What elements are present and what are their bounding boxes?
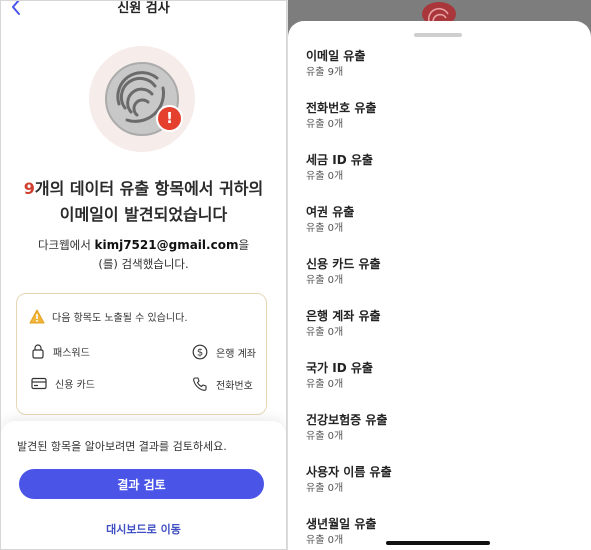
list-item[interactable]: 국가 ID 유출유출 0개	[306, 359, 581, 411]
exposure-item-bank: $ 은행 계좌	[192, 344, 256, 360]
exposure-item-phone: 전화번호	[192, 376, 253, 392]
exposure-warning: 다음 항목도 노출될 수 있습니다.	[29, 308, 188, 324]
headline-line1: 개의 데이터 유출 항목에서 귀하의	[34, 179, 264, 198]
leak-count: 유출 0개	[306, 327, 344, 338]
leak-title: 여권 유출	[306, 205, 355, 219]
leak-list: 이메일 유출 유출 9개 전화번호 유출 유출 0개 세금 ID 유출 유출 0개 여…	[306, 47, 581, 550]
leak-title: 세금 ID 유출	[306, 153, 373, 167]
action-sheet: 발견된 항목을 알아보려면 결과를 검토하세요. 결과 검토 대시보드로 이동	[1, 421, 286, 549]
page-title: 신원 검사	[117, 1, 170, 16]
svg-text:$: $	[197, 348, 203, 359]
credit-card-icon	[31, 377, 47, 390]
dollar-icon: $	[192, 344, 208, 360]
review-prompt: 발견된 항목을 알아보려면 결과를 검토하세요.	[17, 440, 227, 453]
leak-title: 사용자 이름 유출	[306, 465, 392, 479]
leak-title: 건강보험증 유출	[306, 413, 388, 427]
exposure-item-label: 은행 계좌	[216, 348, 256, 360]
phone-icon	[193, 377, 207, 391]
leak-title: 신용 카드 유출	[306, 257, 381, 271]
go-to-dashboard-link[interactable]: 대시보드로 이동	[1, 521, 286, 537]
scanned-email: kimj7521@gmail.com	[94, 238, 239, 252]
list-item[interactable]: 이메일 유출유출 9개	[306, 47, 581, 99]
exposure-item-password: 패스워드	[31, 344, 90, 359]
warning-icon	[29, 309, 45, 323]
result-description: 다크웹에서 kimj7521@gmail.com을 (를) 검색했습니다.	[1, 236, 286, 274]
leak-title: 전화번호 유출	[306, 101, 377, 115]
list-item[interactable]: 신용 카드 유출유출 0개	[306, 255, 581, 307]
leak-count-highlight: 9	[23, 179, 35, 198]
leak-title: 국가 ID 유출	[306, 361, 373, 375]
headline-line2: 이메일이 발견되었습니다	[59, 205, 228, 224]
list-item[interactable]: 여권 유출유출 0개	[306, 203, 581, 255]
alert-icon: !	[156, 105, 183, 132]
leak-title: 이메일 유출	[306, 49, 366, 63]
sub-prefix: 다크웹에서	[37, 238, 95, 252]
result-headline: 9개의 데이터 유출 항목에서 귀하의 이메일이 발견되었습니다	[1, 176, 286, 228]
identity-check-screen: 신원 검사 ! 9개의 데이터 유출 항목에서 귀하의 이메일이 발견되었습니다…	[0, 0, 287, 550]
list-item[interactable]: 세금 ID 유출유출 0개	[306, 151, 581, 203]
leak-count: 유출 9개	[306, 67, 344, 78]
leak-details-screen: 이메일 유출 유출 9개 전화번호 유출 유출 0개 세금 ID 유출 유출 0개 여…	[288, 0, 591, 550]
leak-title: 생년월일 유출	[306, 517, 377, 531]
exposure-item-label: 패스워드	[53, 348, 90, 359]
list-item[interactable]: 전화번호 유출유출 0개	[306, 99, 581, 151]
exposure-item-label: 신용 카드	[55, 380, 95, 391]
leak-count: 유출 0개	[306, 275, 344, 286]
exposure-warning-text: 다음 항목도 노출될 수 있습니다.	[52, 312, 188, 324]
lock-icon	[32, 344, 44, 359]
review-results-button[interactable]: 결과 검토	[19, 469, 264, 499]
list-item[interactable]: 사용자 이름 유출유출 0개	[306, 463, 581, 515]
sub-suffix: 을	[238, 238, 250, 252]
exposure-item-label: 전화번호	[216, 380, 253, 392]
sheet-grabber[interactable]	[414, 33, 462, 37]
hero-illustration: !	[89, 46, 195, 152]
sub-line2: (를) 검색했습니다.	[98, 257, 189, 271]
leak-count: 유출 0개	[306, 483, 344, 494]
leak-count: 유출 0개	[306, 223, 344, 234]
home-indicator[interactable]	[386, 541, 490, 545]
leak-count: 유출 0개	[306, 431, 344, 442]
leak-count: 유출 0개	[306, 119, 344, 130]
list-item[interactable]: 은행 계좌 유출유출 0개	[306, 307, 581, 359]
leak-count: 유출 0개	[306, 379, 344, 390]
leak-count: 유출 0개	[306, 171, 344, 182]
leak-title: 은행 계좌 유출	[306, 309, 381, 323]
exposure-card: 다음 항목도 노출될 수 있습니다. 패스워드 $ 은행 계좌 신용 카드 전화…	[16, 293, 267, 415]
leak-details-sheet: 이메일 유출 유출 9개 전화번호 유출 유출 0개 세금 ID 유출 유출 0개 여…	[288, 21, 591, 550]
list-item[interactable]: 건강보험증 유출유출 0개	[306, 411, 581, 463]
top-bar: 신원 검사	[1, 1, 286, 23]
exposure-item-credit-card: 신용 카드	[31, 376, 95, 391]
